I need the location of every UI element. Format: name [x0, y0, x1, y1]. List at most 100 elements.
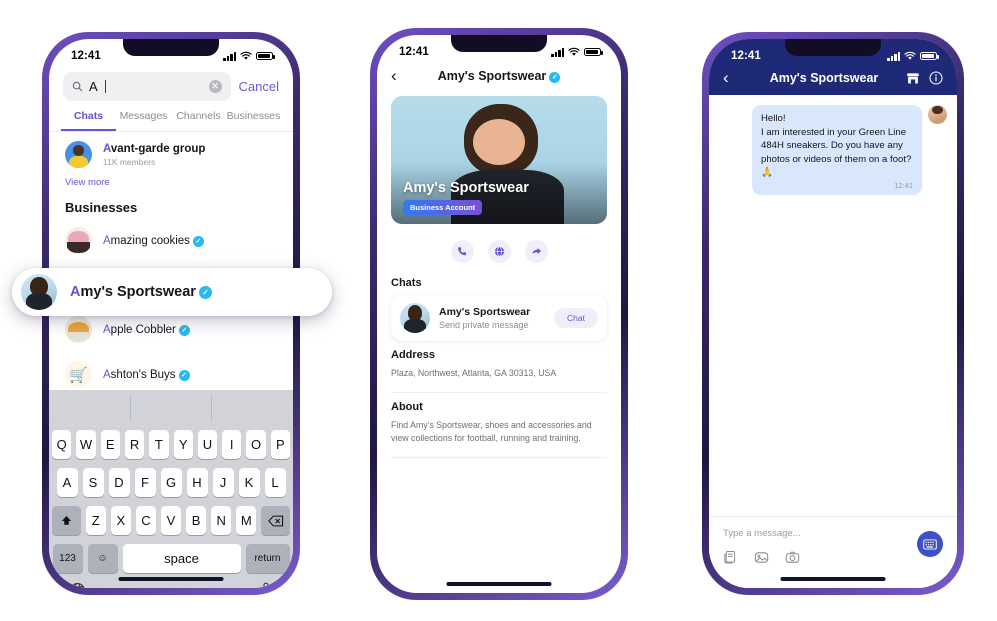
phone-3-screen: 12:41 ‹ Amy's Sportswear Hello! I am int…: [709, 39, 957, 588]
highlighted-search-result-amys-sportswear[interactable]: Amy's Sportswear ✓: [12, 268, 332, 316]
battery-icon: [920, 51, 939, 61]
key-j[interactable]: J: [212, 468, 234, 497]
address-text: Plaza, Northwest, Atlanta, GA 30313, USA: [391, 368, 557, 378]
view-more-link[interactable]: View more: [49, 177, 293, 194]
profile-actions: [391, 224, 607, 269]
notch: [785, 39, 881, 56]
chat-button[interactable]: Chat: [554, 308, 598, 328]
tab-messages[interactable]: Messages: [116, 110, 171, 131]
key-m[interactable]: M: [236, 506, 257, 535]
info-icon[interactable]: [928, 71, 943, 86]
avatar: [65, 316, 92, 343]
key-i[interactable]: I: [222, 430, 242, 459]
verified-badge: ✓: [198, 286, 212, 299]
tab-chats[interactable]: Chats: [61, 110, 116, 131]
home-indicator: [118, 577, 224, 581]
key-w[interactable]: W: [76, 430, 96, 459]
text-caret: [104, 80, 106, 93]
section-title-about: About: [391, 400, 423, 413]
website-action-button[interactable]: [487, 240, 511, 263]
signal-icon: [223, 51, 236, 61]
business-name: Amazing cookies ✓: [103, 235, 204, 247]
return-key[interactable]: return: [245, 544, 290, 573]
phone-2-business-profile: 12:41 ‹ Amy's Sportswear ✓ Amy's Sportsw…: [370, 28, 628, 600]
list-item[interactable]: Amazing cookies ✓: [49, 218, 293, 263]
message-input[interactable]: Type a message...: [723, 528, 943, 539]
verified-badge: ✓: [192, 235, 204, 247]
chat-title: Amy's Sportswear: [769, 71, 879, 85]
cancel-button[interactable]: Cancel: [239, 79, 279, 94]
key-v[interactable]: V: [160, 506, 182, 535]
verified-badge: ✓: [178, 324, 190, 336]
key-d[interactable]: D: [108, 468, 130, 497]
key-z[interactable]: Z: [85, 506, 106, 535]
search-bar: A ✕ Cancel: [49, 66, 293, 101]
phone-3-chat-screen: 12:41 ‹ Amy's Sportswear Hello! I am int…: [702, 32, 964, 595]
hero-business-name: Amy's Sportswear: [403, 180, 529, 196]
avatar: [400, 303, 430, 333]
key-g[interactable]: G: [160, 468, 182, 497]
key-h[interactable]: H: [186, 468, 208, 497]
message-time: 12:41: [894, 181, 913, 191]
divider: [391, 456, 607, 458]
microphone-icon[interactable]: [259, 582, 273, 588]
list-item[interactable]: Avant-garde group 11K members: [49, 132, 293, 177]
composer-icons: [723, 550, 943, 565]
key-r[interactable]: R: [124, 430, 145, 459]
globe-icon[interactable]: [69, 582, 86, 588]
key-x[interactable]: X: [110, 506, 131, 535]
on-screen-keyboard[interactable]: Q W E R T Y U I O P A S D F G H J K L Z …: [49, 390, 293, 588]
clear-icon[interactable]: ✕: [208, 80, 222, 93]
back-chevron-icon[interactable]: ‹: [723, 68, 743, 88]
chat-card-subtitle: Send private message: [439, 320, 529, 330]
home-indicator: [446, 582, 552, 586]
camera-icon[interactable]: [785, 550, 800, 565]
numeric-key[interactable]: 123: [52, 544, 83, 573]
phone-2-screen: 12:41 ‹ Amy's Sportswear ✓ Amy's Sportsw…: [377, 35, 621, 593]
wifi-icon: [240, 51, 252, 60]
key-f[interactable]: F: [134, 468, 156, 497]
keyboard-toggle-button[interactable]: [917, 531, 943, 557]
share-arrow-icon: [531, 248, 541, 254]
space-key[interactable]: space: [122, 544, 241, 573]
key-c[interactable]: C: [135, 506, 156, 535]
key-b[interactable]: B: [186, 506, 207, 535]
key-o[interactable]: O: [246, 430, 266, 459]
tab-businesses[interactable]: Businesses: [226, 110, 281, 131]
tab-channels[interactable]: Channels: [171, 110, 226, 131]
message-bubble[interactable]: Hello! I am interested in your Green Lin…: [752, 105, 922, 196]
key-k[interactable]: K: [238, 468, 260, 497]
keyboard-row-3: Z X C V B N M: [49, 506, 293, 535]
sticker-icon[interactable]: [723, 550, 738, 565]
key-a[interactable]: A: [56, 468, 78, 497]
emoji-icon[interactable]: ☺: [87, 544, 118, 573]
gallery-icon[interactable]: [754, 550, 769, 565]
screenshot-stage: 12:41 A ✕ Cancel Chats Messages Channels…: [0, 0, 997, 621]
call-action-button[interactable]: [450, 240, 474, 263]
key-l[interactable]: L: [264, 468, 286, 497]
notch: [123, 39, 219, 56]
shift-icon[interactable]: [51, 506, 81, 535]
key-e[interactable]: E: [100, 430, 120, 459]
signal-icon: [887, 51, 900, 61]
shop-icon[interactable]: [905, 71, 920, 86]
business-name: Apple Cobbler ✓: [103, 324, 190, 336]
prediction-bar: [49, 395, 293, 421]
wifi-icon: [904, 51, 916, 60]
chat-card[interactable]: Amy's Sportswear Send private message Ch…: [391, 295, 607, 341]
key-t[interactable]: T: [149, 430, 169, 459]
status-time: 12:41: [399, 46, 429, 58]
key-s[interactable]: S: [82, 468, 104, 497]
search-input[interactable]: A ✕: [63, 72, 231, 101]
phone-icon: [457, 247, 466, 256]
result-subtitle: 11K members: [103, 157, 156, 168]
key-u[interactable]: U: [197, 430, 218, 459]
key-n[interactable]: N: [211, 506, 232, 535]
share-action-button[interactable]: [524, 240, 548, 263]
backspace-icon[interactable]: [261, 506, 291, 535]
keyboard-row-2: A S D F G H J K L: [49, 468, 293, 497]
key-q[interactable]: Q: [52, 430, 72, 459]
key-p[interactable]: P: [270, 430, 290, 459]
keyboard-row-4: 123 ☺ space return: [49, 544, 293, 573]
key-y[interactable]: Y: [173, 430, 193, 459]
